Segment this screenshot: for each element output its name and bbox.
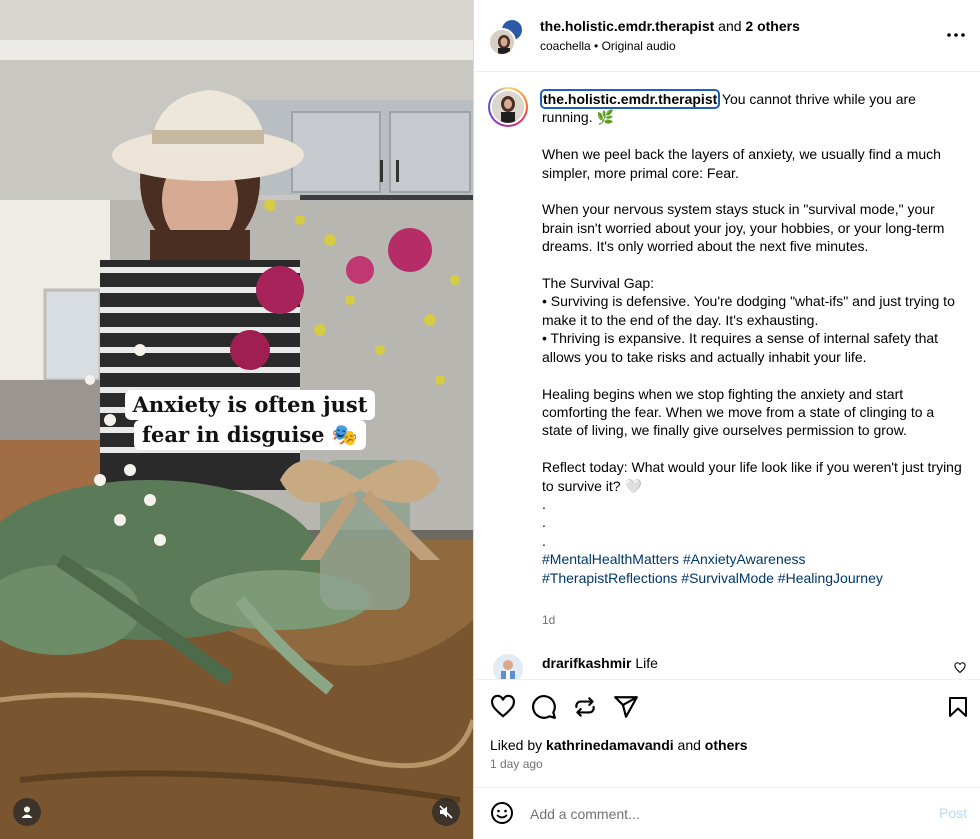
hashtag[interactable]: #HealingJourney (778, 570, 883, 586)
caption-body: You cannot thrive while you are running.… (542, 91, 962, 549)
audio-label[interactable]: Original audio (602, 39, 676, 53)
comments-section[interactable]: the.holistic.emdr.therapist You cannot t… (474, 73, 980, 679)
ellipsis-icon (947, 33, 965, 37)
post-time-ago[interactable]: 1 day ago (490, 757, 543, 771)
user-icon (21, 806, 33, 818)
post-video[interactable]: Anxiety is often just fear in disguise 🎭 (0, 0, 473, 839)
caption-text: the.holistic.emdr.therapist You cannot t… (539, 89, 962, 587)
like-button[interactable] (490, 694, 516, 720)
smiley-icon (491, 802, 513, 824)
heart-icon (954, 662, 966, 674)
post-header: the.holistic.emdr.therapist and 2 others… (474, 0, 980, 72)
post-details-panel: the.holistic.emdr.therapist and 2 others… (473, 0, 980, 839)
hashtag[interactable]: #MentalHealthMatters (542, 551, 679, 567)
comment-item: drarifkashmir Life (488, 651, 968, 679)
header-others[interactable]: 2 others (745, 18, 799, 34)
likes-summary: Liked by kathrinedamavandi and others (490, 737, 748, 753)
commenter-username[interactable]: drarifkashmir (542, 655, 631, 671)
mute-button[interactable] (432, 798, 460, 826)
header-and: and (718, 18, 742, 34)
post-actions: Liked by kathrinedamavandi and others 1 … (474, 679, 980, 787)
hashtag[interactable]: #AnxietyAwareness (683, 551, 806, 567)
caption-username[interactable]: the.holistic.emdr.therapist (539, 89, 721, 109)
comment-icon (532, 695, 556, 719)
separator-dot: • (594, 39, 599, 53)
overlay-line-2: fear in disguise 🎭 (134, 420, 366, 450)
audio-source[interactable]: coachella (540, 39, 591, 53)
caption-timestamp[interactable]: 1d (542, 613, 555, 627)
bookmark-icon (949, 697, 967, 717)
heart-icon (491, 694, 515, 718)
collab-avatars[interactable] (488, 18, 528, 56)
overlay-line-1: Anxiety is often just (124, 390, 376, 420)
comment-button[interactable] (531, 694, 557, 720)
liked-others[interactable]: others (705, 737, 748, 753)
comment-text: Life (635, 655, 658, 671)
repost-icon (575, 697, 595, 717)
post-button[interactable]: Post (939, 805, 967, 821)
tagged-users-button[interactable] (13, 798, 41, 826)
share-button[interactable] (613, 694, 639, 720)
hashtag[interactable]: #SurvivalMode (681, 570, 774, 586)
send-icon (614, 696, 638, 718)
commenter-avatar[interactable] (493, 654, 523, 679)
video-text-overlay: Anxiety is often just fear in disguise 🎭 (0, 390, 473, 450)
save-button[interactable] (945, 694, 971, 720)
liked-user[interactable]: kathrinedamavandi (546, 737, 674, 753)
caption-avatar[interactable] (488, 87, 528, 127)
emoji-button[interactable] (490, 801, 516, 827)
header-username[interactable]: the.holistic.emdr.therapist (540, 18, 714, 34)
more-options-button[interactable] (945, 24, 967, 46)
avatar (488, 28, 516, 56)
liked-and: and (677, 737, 701, 753)
add-comment-bar: Post (474, 787, 980, 839)
speaker-muted-icon (439, 805, 453, 819)
comment-like-button[interactable] (954, 661, 966, 679)
hashtag[interactable]: #TherapistReflections (542, 570, 677, 586)
repost-button[interactable] (572, 694, 598, 720)
comment-input[interactable] (530, 802, 910, 826)
liked-prefix: Liked by (490, 737, 543, 753)
